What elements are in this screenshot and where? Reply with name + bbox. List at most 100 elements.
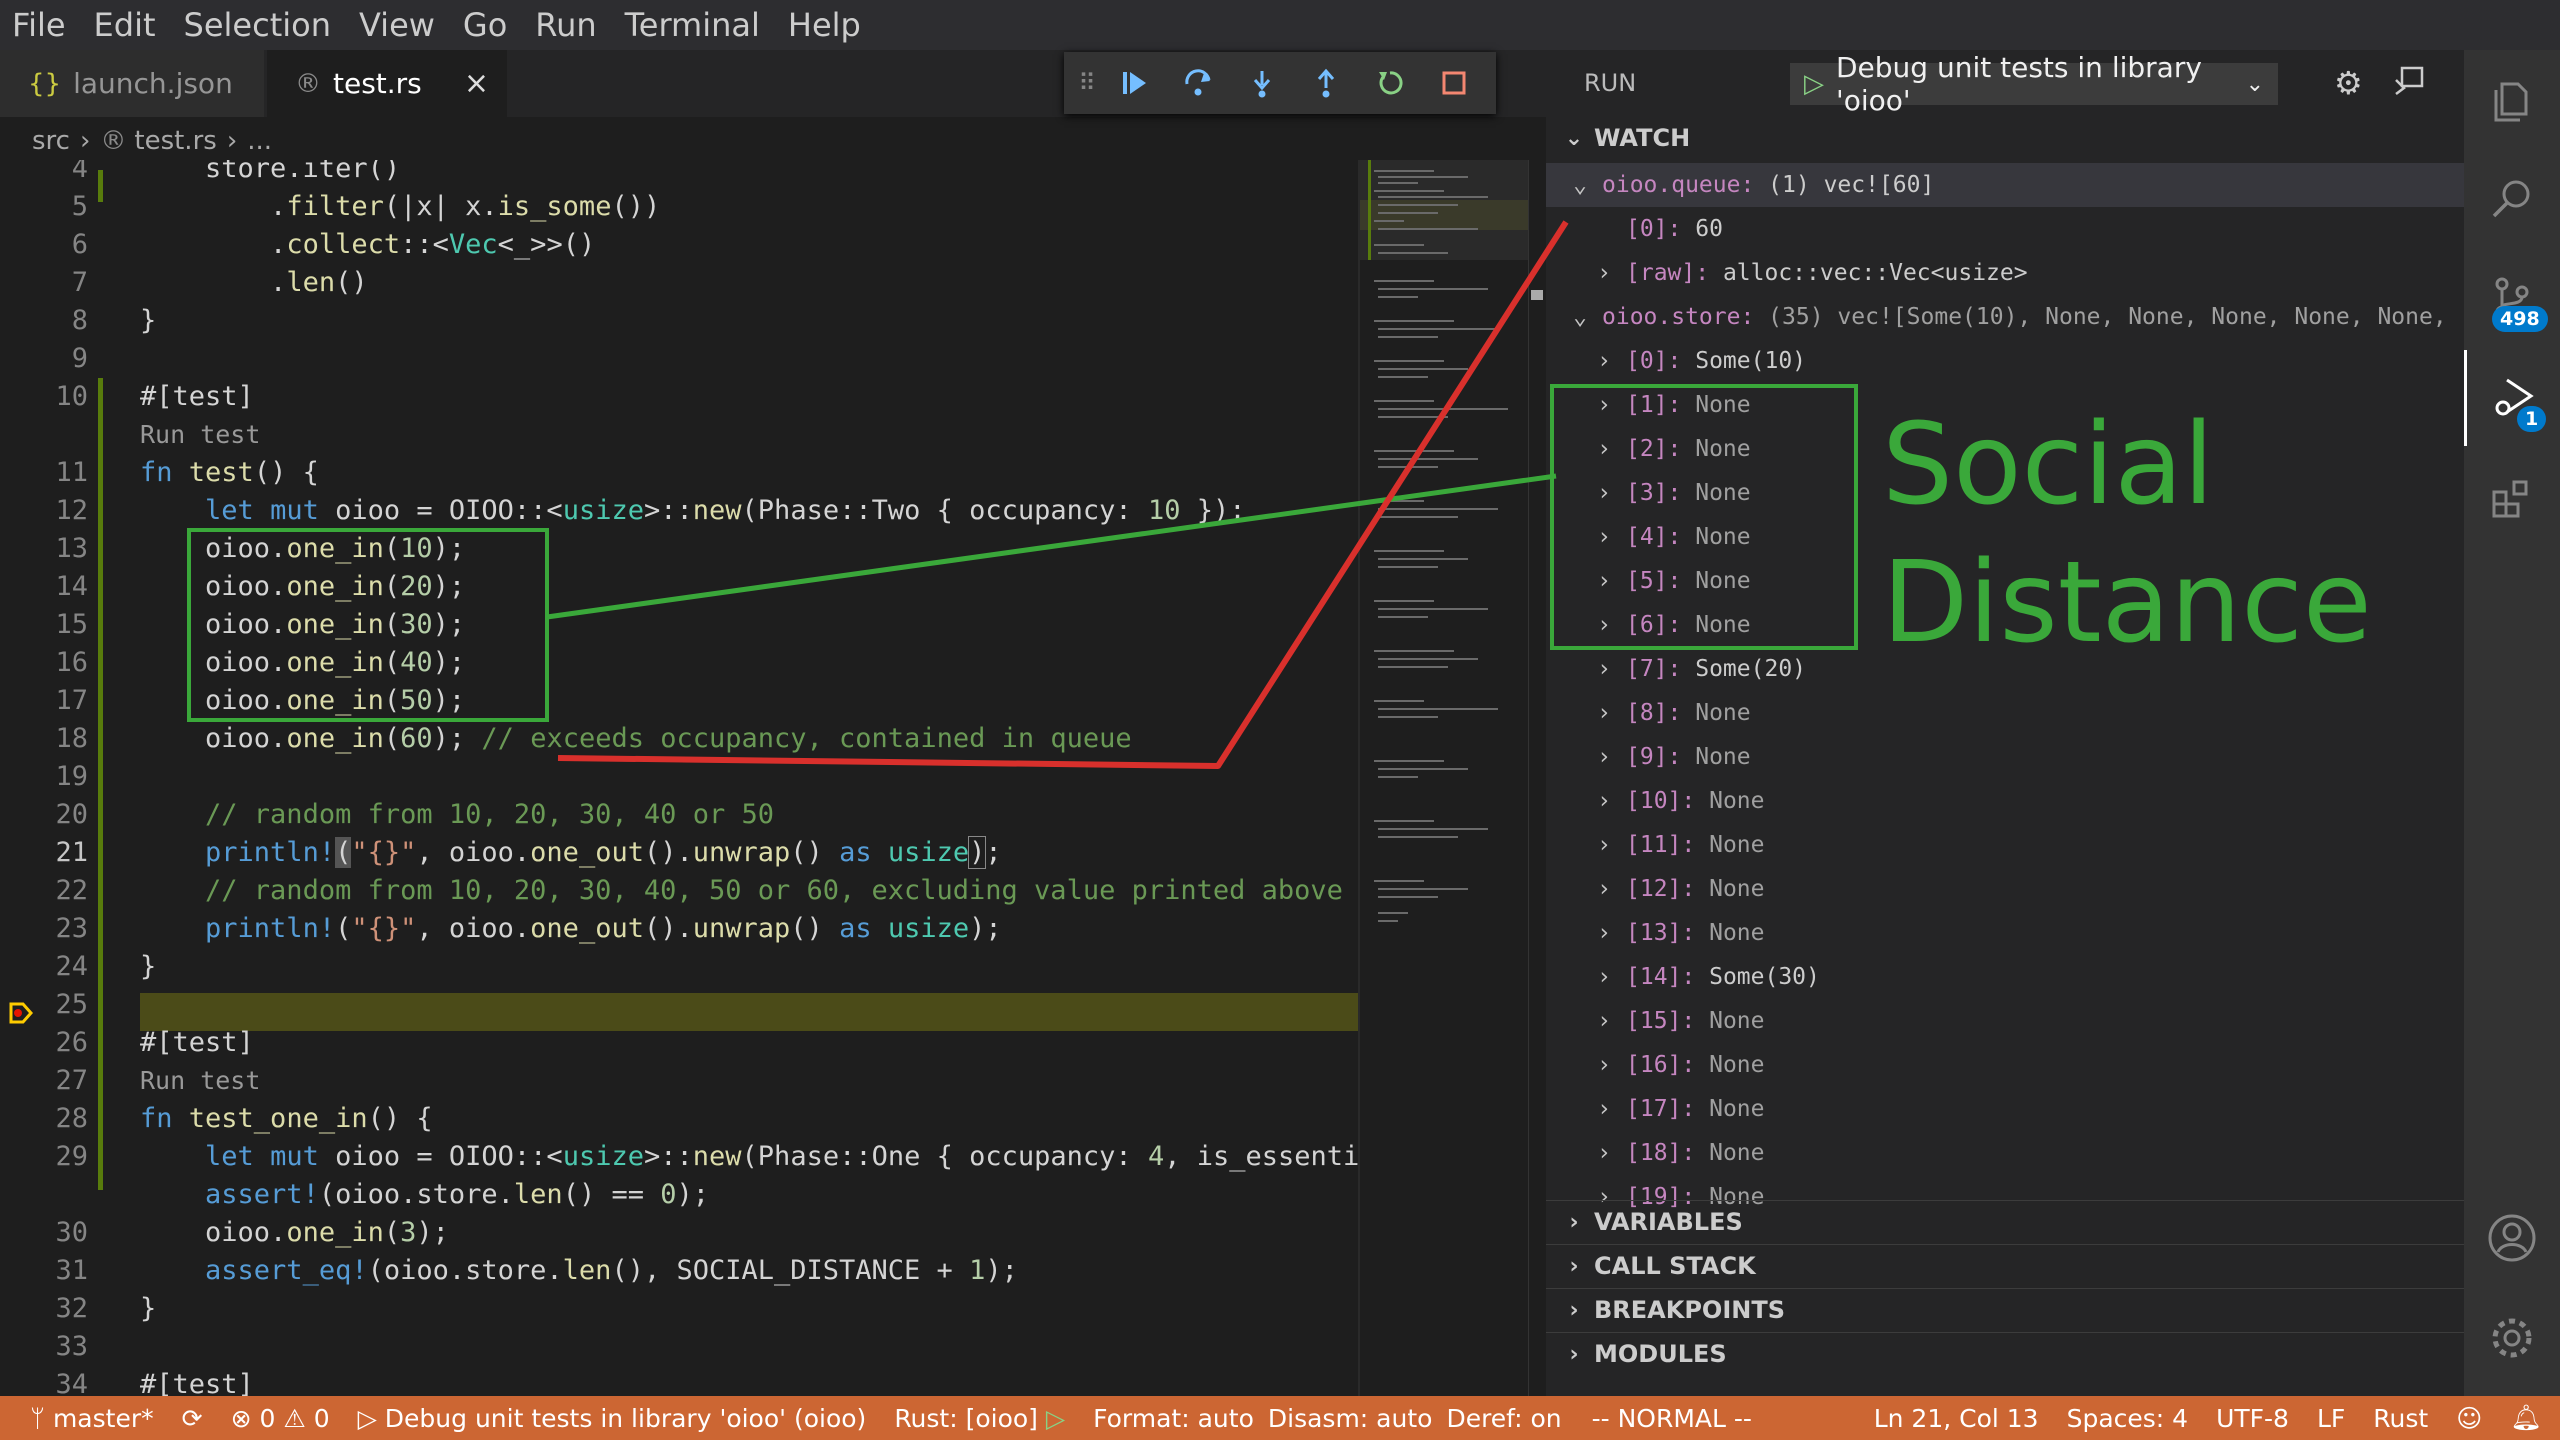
source-control-icon[interactable]: 498 [2464, 250, 2560, 346]
menu-view[interactable]: View [345, 0, 449, 50]
close-icon[interactable]: × [464, 66, 489, 101]
cursor-position[interactable]: Ln 21, Col 13 [1874, 1404, 2039, 1433]
watch-section-header[interactable]: ⌄ WATCH [1546, 117, 2464, 159]
modules-section-header[interactable]: › MODULES [1546, 1332, 2464, 1375]
extensions-icon[interactable] [2464, 450, 2560, 546]
code-editor[interactable]: 4 5 6 7 8 9 10 11 12 13 14 15 16 17 18 1… [0, 160, 1358, 1396]
explorer-icon[interactable] [2464, 50, 2560, 146]
menu-run[interactable]: Run [521, 0, 610, 50]
problems-indicator[interactable]: ⊗ 0 ⚠ 0 [231, 1404, 330, 1433]
watch-row[interactable]: ⌄ oioo.store: (35) vec![Some(10), None, N… [1546, 295, 2516, 339]
continue-button[interactable] [1102, 52, 1166, 114]
menu-edit[interactable]: Edit [80, 0, 170, 50]
start-debug-icon[interactable]: ▷ [1804, 69, 1824, 99]
account-icon[interactable] [2464, 1190, 2560, 1286]
stop-button[interactable] [1422, 52, 1486, 114]
chevron-right-icon[interactable]: › [1592, 1043, 1616, 1087]
chevron-right-icon[interactable]: › [1592, 735, 1616, 779]
menu-terminal[interactable]: Terminal [611, 0, 774, 50]
language-mode[interactable]: Rust [2373, 1404, 2428, 1433]
call-stack-section-header[interactable]: › CALL STACK [1546, 1244, 2464, 1287]
chevron-right-icon[interactable]: › [1592, 911, 1616, 955]
chevron-right-icon[interactable]: › [1592, 823, 1616, 867]
end-of-line[interactable]: LF [2317, 1404, 2345, 1433]
menu-file[interactable]: File [0, 0, 80, 50]
chevron-right-icon[interactable]: › [1592, 383, 1616, 427]
run-test-codelens[interactable]: Run test [140, 416, 260, 454]
feedback-icon[interactable]: ☺ [2456, 1404, 2482, 1433]
run-debug-icon[interactable]: 1 [2464, 350, 2560, 446]
breakpoints-section-header[interactable]: › BREAKPOINTS [1546, 1288, 2464, 1331]
watch-row[interactable]: › [18]: None [1546, 1131, 2464, 1175]
watch-row[interactable]: › [10]: None [1546, 779, 2464, 823]
chevron-right-icon[interactable]: › [1592, 471, 1616, 515]
chevron-right-icon[interactable]: › [1592, 647, 1616, 691]
code-line: oioo.one_in(10); [140, 533, 466, 564]
menu-go[interactable]: Go [449, 0, 521, 50]
gear-icon[interactable]: ⚙ [2334, 64, 2363, 102]
editor-scrollbar[interactable] [1528, 160, 1547, 1396]
indentation[interactable]: Spaces: 4 [2067, 1404, 2188, 1433]
step-out-button[interactable] [1294, 52, 1358, 114]
watch-row[interactable]: › [16]: None [1546, 1043, 2464, 1087]
watch-row[interactable]: › [14]: Some(30) [1546, 955, 2464, 999]
debug-config-select[interactable]: ▷ Debug unit tests in library 'oioo' ⌄ [1790, 51, 2278, 117]
watch-expression-name: [12]: [1626, 876, 1696, 902]
watch-row[interactable]: [0]: 60 [1546, 207, 2464, 251]
chevron-right-icon[interactable]: › [1592, 779, 1616, 823]
chevron-right-icon[interactable]: › [1592, 867, 1616, 911]
tab-launch-json[interactable]: {} launch.json [0, 50, 264, 117]
breadcrumb-symbol[interactable]: ... [247, 126, 272, 156]
variables-section-header[interactable]: › VARIABLES [1546, 1200, 2464, 1243]
chevron-right-icon[interactable]: › [1592, 559, 1616, 603]
notifications-bell-icon[interactable]: 🔔︎ [2510, 1403, 2542, 1433]
sync-icon[interactable]: ⟳ [182, 1404, 203, 1433]
scrollbar-thumb[interactable] [1531, 290, 1543, 300]
step-over-button[interactable] [1166, 52, 1230, 114]
debug-console-icon[interactable] [2392, 64, 2426, 106]
rust-status[interactable]: Rust: [oioo] ▷ [894, 1404, 1065, 1433]
watch-expression-value: None [1695, 1140, 1765, 1166]
chevron-right-icon[interactable]: › [1592, 427, 1616, 471]
watch-row[interactable]: › [9]: None [1546, 735, 2464, 779]
chevron-right-icon[interactable]: › [1592, 1131, 1616, 1175]
chevron-right-icon[interactable]: › [1592, 1087, 1616, 1131]
manage-gear-icon[interactable] [2464, 1290, 2560, 1386]
chevron-right-icon[interactable]: › [1592, 603, 1616, 647]
deref-status[interactable]: Deref: on [1446, 1404, 1561, 1433]
chevron-right-icon[interactable]: › [1592, 515, 1616, 559]
watch-row[interactable]: › [raw]: alloc::vec::Vec<usize> [1546, 251, 2464, 295]
disasm-status[interactable]: Disasm: auto [1268, 1404, 1433, 1433]
watch-row[interactable]: › [8]: None [1546, 691, 2464, 735]
chevron-down-icon[interactable]: ⌄ [1568, 295, 1592, 339]
restart-button[interactable] [1358, 52, 1422, 114]
chevron-right-icon[interactable]: › [1592, 251, 1616, 295]
watch-row[interactable]: ⌄ oioo.queue: (1) vec![60] [1546, 163, 2464, 207]
watch-row[interactable]: › [13]: None [1546, 911, 2464, 955]
step-into-button[interactable] [1230, 52, 1294, 114]
encoding[interactable]: UTF-8 [2216, 1404, 2289, 1433]
breadcrumb-file[interactable]: test.rs [134, 126, 216, 156]
format-status[interactable]: Format: auto [1093, 1404, 1254, 1433]
watch-row[interactable]: › [0]: Some(10) [1546, 339, 2464, 383]
chevron-right-icon[interactable]: › [1592, 999, 1616, 1043]
drag-handle-icon[interactable]: ⠿ [1072, 69, 1102, 97]
watch-row[interactable]: › [15]: None [1546, 999, 2464, 1043]
chevron-right-icon[interactable]: › [1592, 691, 1616, 735]
watch-expression-name: oioo.queue: [1602, 172, 1755, 198]
watch-row[interactable]: › [11]: None [1546, 823, 2464, 867]
watch-row[interactable]: › [17]: None [1546, 1087, 2464, 1131]
minimap[interactable] [1358, 160, 1530, 1396]
watch-row[interactable]: › [12]: None [1546, 867, 2464, 911]
chevron-right-icon[interactable]: › [1592, 339, 1616, 383]
tab-test-rs[interactable]: ® test.rs × [267, 50, 507, 117]
menu-selection[interactable]: Selection [170, 0, 345, 50]
breadcrumb-folder[interactable]: src [32, 126, 70, 156]
debug-launch-status[interactable]: ▷ Debug unit tests in library 'oioo' (oi… [358, 1404, 867, 1433]
run-test-codelens[interactable]: Run test [140, 1062, 260, 1100]
chevron-right-icon[interactable]: › [1592, 955, 1616, 999]
menu-help[interactable]: Help [774, 0, 875, 50]
git-branch[interactable]: ᛘ master* [30, 1404, 154, 1433]
chevron-down-icon[interactable]: ⌄ [1568, 163, 1592, 207]
search-icon[interactable] [2464, 150, 2560, 246]
